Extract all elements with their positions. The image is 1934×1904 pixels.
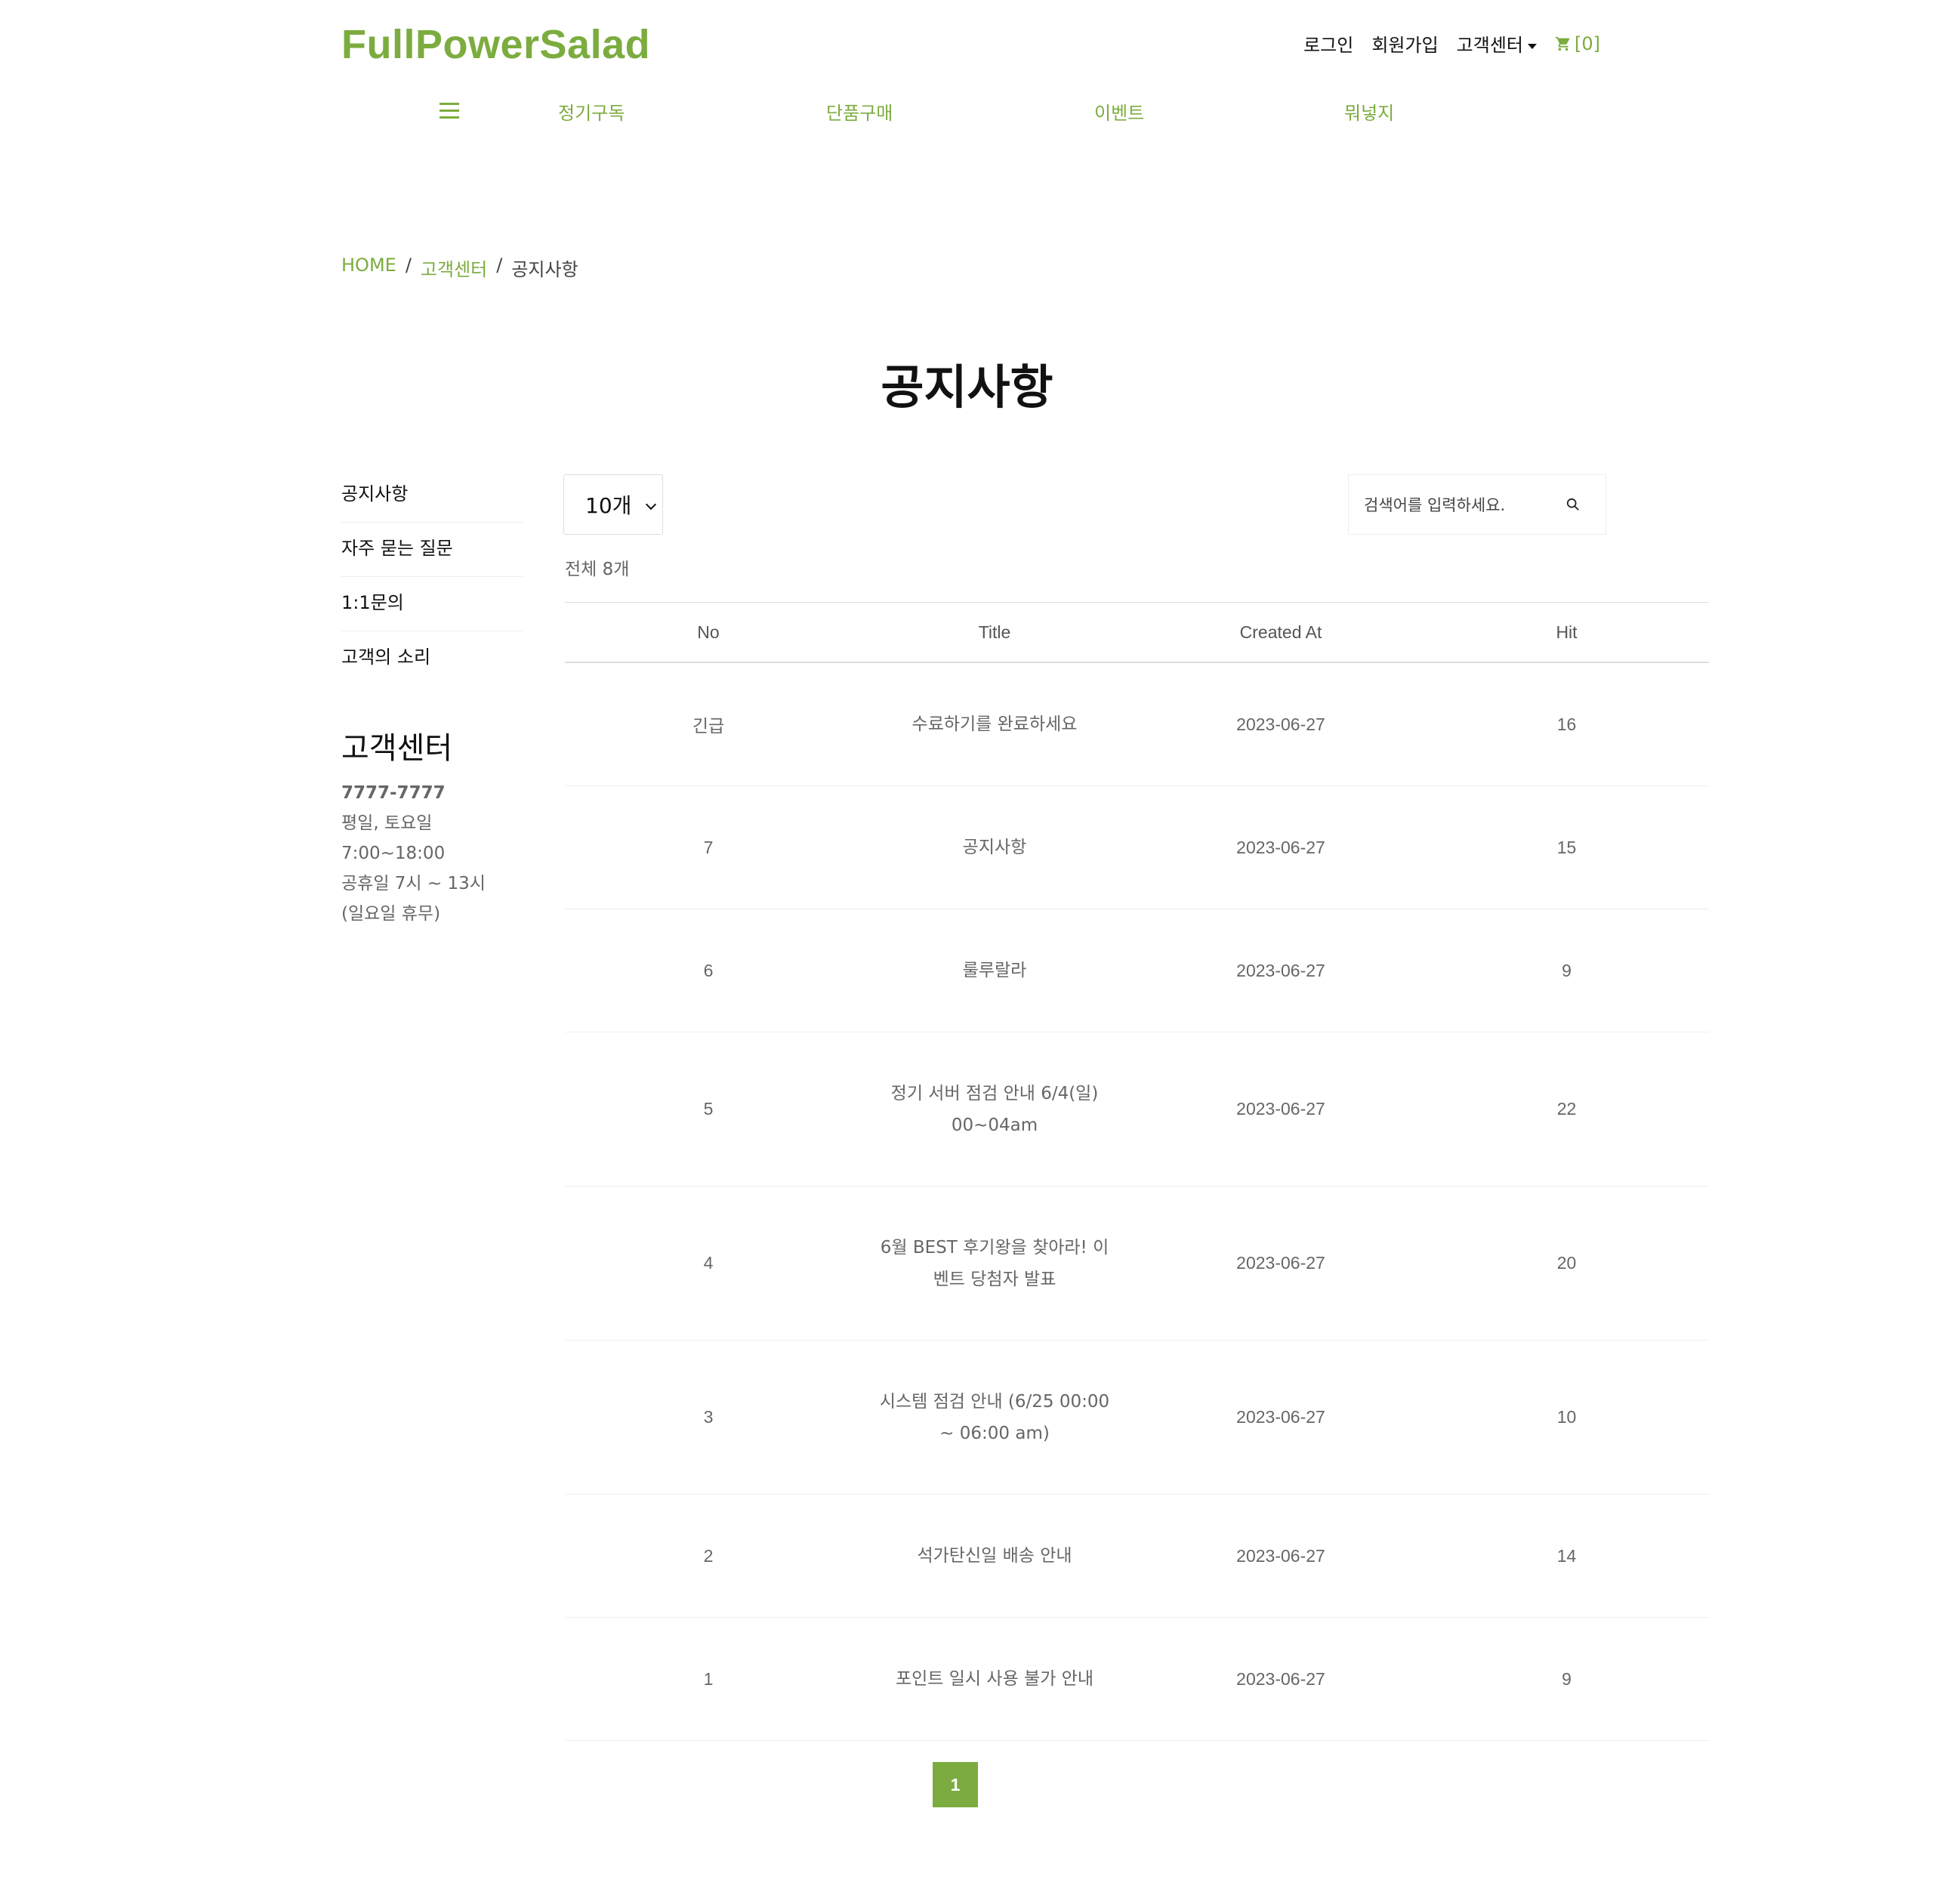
cart-icon [1555,36,1570,51]
row-title[interactable]: 수료하기를 완료하세요 [852,708,1137,740]
row-title[interactable]: 석가탄신일 배송 안내 [852,1540,1137,1572]
row-date: 2023-06-27 [1236,1668,1325,1689]
breadcrumb-home[interactable]: HOME [341,255,396,281]
sidebar-item-voice[interactable]: 고객의 소리 [341,631,523,686]
search-placeholder: 검색어를 입력하세요. [1364,496,1506,514]
cs-hours-sunday: (일요일 휴무) [341,904,441,924]
row-hit: 9 [1562,1668,1572,1689]
table-row[interactable]: 7 공지사항 2023-06-27 15 [565,786,1709,909]
table-row[interactable]: 4 6월 BEST 후기왕을 찾아라! 이벤트 당첨자 발표 2023-06-2… [565,1187,1709,1341]
table-row[interactable]: 3 시스템 점검 안내 (6/25 00:00 ~ 06:00 am) 2023… [565,1341,1709,1495]
cs-hours-time: 7:00~18:00 [341,844,446,863]
table-row[interactable]: 6 룰루랄라 2023-06-27 9 [565,909,1709,1032]
signup-link[interactable]: 회원가입 [1371,30,1438,57]
row-no: 6 [703,960,714,980]
hamburger-icon[interactable] [440,103,459,119]
breadcrumb: HOME / 고객센터 / 공지사항 [341,255,578,281]
row-title[interactable]: 공지사항 [852,832,1137,863]
row-date: 2023-06-27 [1236,1545,1325,1566]
cart-link[interactable]: [0] [1555,33,1600,54]
breadcrumb-current: 공지사항 [511,259,578,280]
cs-phone: 7777-7777 [341,783,446,803]
row-no: 2 [703,1545,714,1566]
menu-event[interactable]: 이벤트 [1094,98,1144,125]
table-row[interactable]: 2 석가탄신일 배송 안내 2023-06-27 14 [565,1495,1709,1618]
row-title[interactable]: 정기 서버 점검 안내 6/4(일) 00~04am [852,1078,1137,1141]
login-link[interactable]: 로그인 [1303,30,1353,57]
row-hit: 22 [1556,1099,1577,1119]
cs-hours-weekday: 평일, 토요일 [341,813,433,833]
total-count: 전체 8개 [565,560,630,579]
header-created-at: Created At [1239,622,1322,642]
chevron-down-icon [645,498,657,511]
top-nav: 로그인 회원가입 고객센터 [0] [1303,30,1600,57]
pagination-page-1[interactable]: 1 [933,1762,978,1807]
row-date: 2023-06-27 [1236,1407,1325,1427]
menu-single-purchase[interactable]: 단품구매 [826,98,893,125]
row-no: 1 [703,1668,714,1689]
row-date: 2023-06-27 [1236,1099,1325,1119]
customer-center-info: 7777-7777 평일, 토요일 7:00~18:00 공휴일 7시 ~ 13… [341,778,486,929]
row-title[interactable]: 룰루랄라 [852,955,1137,986]
header-title: Title [978,622,1011,642]
support-dropdown[interactable]: 고객센터 [1457,30,1537,57]
sidebar-item-faq[interactable]: 자주 묻는 질문 [341,523,523,577]
row-title[interactable]: 시스템 점검 안내 (6/25 00:00 ~ 06:00 am) [852,1386,1137,1449]
caret-down-icon [1528,43,1537,49]
per-page-value: 10개 [585,493,632,518]
row-hit: 16 [1556,714,1577,734]
support-label: 고객센터 [1456,35,1523,56]
site-logo[interactable]: FullPowerSalad [341,21,650,68]
header-no: No [697,622,720,642]
breadcrumb-separator: / [496,255,503,276]
menu-subscription[interactable]: 정기구독 [558,98,625,125]
page-title: 공지사항 [881,360,1053,415]
table-row[interactable]: 5 정기 서버 점검 안내 6/4(일) 00~04am 2023-06-27 … [565,1032,1709,1187]
cs-hours-holiday: 공휴일 7시 ~ 13시 [341,874,486,893]
breadcrumb-separator: / [405,255,412,276]
sidebar-item-inquiry[interactable]: 1:1문의 [341,577,523,631]
row-hit: 15 [1556,837,1577,857]
row-date: 2023-06-27 [1236,837,1325,857]
search-input[interactable]: 검색어를 입력하세요. [1348,474,1606,535]
customer-center-title: 고객센터 [341,731,453,766]
search-icon[interactable] [1566,498,1580,511]
row-no: 3 [703,1407,714,1427]
row-date: 2023-06-27 [1236,960,1325,980]
table-header: No Title Created At Hit [565,602,1709,663]
sidebar-item-notice[interactable]: 공지사항 [341,468,523,523]
row-title[interactable]: 6월 BEST 후기왕을 찾아라! 이벤트 당첨자 발표 [852,1232,1137,1295]
row-date: 2023-06-27 [1236,714,1325,734]
breadcrumb-support[interactable]: 고객센터 [421,255,487,281]
row-no: 긴급 [692,717,725,736]
row-no: 4 [703,1253,714,1273]
row-no: 5 [703,1099,714,1119]
notice-table: No Title Created At Hit 긴급 수료하기를 완료하세요 2… [565,602,1709,1741]
row-date: 2023-06-27 [1236,1253,1325,1273]
header-hit: Hit [1556,622,1578,642]
sidebar-menu: 공지사항 자주 묻는 질문 1:1문의 고객의 소리 [341,468,523,686]
row-hit: 20 [1556,1253,1577,1273]
menu-recipe[interactable]: 뭐넣지 [1344,98,1394,125]
row-no: 7 [703,837,714,857]
row-hit: 10 [1556,1407,1577,1427]
table-row[interactable]: 1 포인트 일시 사용 불가 안내 2023-06-27 9 [565,1618,1709,1741]
row-title[interactable]: 포인트 일시 사용 불가 안내 [852,1663,1137,1695]
row-hit: 9 [1562,960,1572,980]
main-menu: 정기구독 단품구매 이벤트 뭐넣지 [0,98,1934,128]
row-hit: 14 [1556,1545,1577,1566]
table-row[interactable]: 긴급 수료하기를 완료하세요 2023-06-27 16 [565,663,1709,786]
per-page-select[interactable]: 10개 [563,474,663,535]
cart-count: [0] [1575,32,1600,54]
